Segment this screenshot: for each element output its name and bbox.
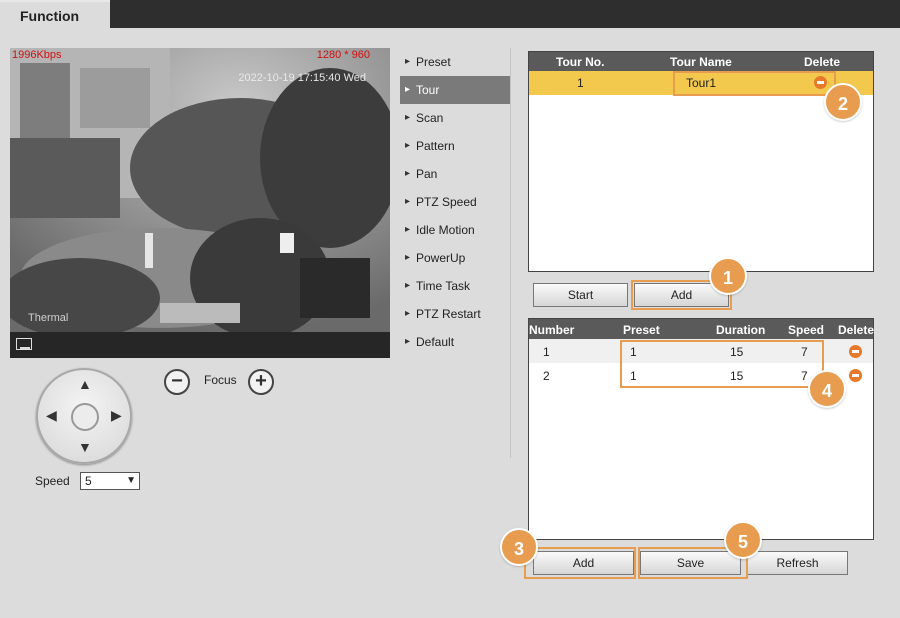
highlight-preset-rows — [620, 340, 824, 388]
menu-item-time-task[interactable]: Time Task — [400, 272, 510, 300]
function-menu: Preset Tour Scan Pattern Pan PTZ Speed I… — [400, 48, 510, 356]
menu-divider — [510, 48, 511, 458]
menu-item-powerup[interactable]: PowerUp — [400, 244, 510, 272]
video-preview: 1996Kbps 1280 * 960 2022-10-19 17:15:40 … — [10, 48, 390, 358]
menu-item-pattern[interactable]: Pattern — [400, 132, 510, 160]
number-cell: 1 — [543, 345, 550, 359]
pan-right-icon[interactable]: ▶ — [111, 408, 122, 422]
callout-badge-1: 1 — [709, 257, 747, 295]
highlight-tour-row — [673, 71, 836, 96]
tour-no-cell: 1 — [577, 76, 584, 90]
col-number: Number — [529, 323, 575, 337]
focus-plus-button[interactable]: + — [248, 369, 274, 395]
video-toolbar — [10, 332, 390, 358]
callout-badge-3: 3 — [500, 528, 538, 566]
tab-function[interactable]: Function — [0, 0, 110, 29]
col-tour-name: Tour Name — [670, 55, 732, 69]
highlight-add-preset — [524, 547, 636, 579]
bitrate-overlay: 1996Kbps — [12, 49, 62, 61]
callout-badge-5: 5 — [724, 521, 762, 559]
col-preset: Preset — [623, 323, 660, 337]
focus-minus-button[interactable]: − — [164, 369, 190, 395]
col-duration: Duration — [716, 323, 766, 337]
speed-label: Speed — [35, 474, 70, 488]
window-mode-icon[interactable] — [16, 338, 32, 350]
menu-item-ptz-restart[interactable]: PTZ Restart — [400, 300, 510, 328]
speed-select[interactable]: 5 ▼ — [80, 472, 140, 490]
pan-down-icon[interactable]: ▼ — [78, 440, 92, 454]
callout-badge-2: 2 — [824, 83, 862, 121]
delete-icon[interactable] — [849, 345, 862, 358]
ptz-center-button[interactable] — [71, 403, 99, 431]
channel-label: Thermal — [28, 312, 69, 324]
menu-item-scan[interactable]: Scan — [400, 104, 510, 132]
col-tour-no: Tour No. — [556, 55, 605, 69]
resolution-overlay: 1280 * 960 — [316, 49, 370, 61]
focus-label: Focus — [204, 373, 237, 387]
thermal-video-image — [10, 48, 390, 332]
col-speed: Speed — [788, 323, 825, 337]
callout-badge-4: 4 — [808, 370, 846, 408]
pan-left-icon[interactable]: ◀ — [46, 408, 57, 422]
timestamp-overlay: 2022-10-19 17:15:40 Wed — [238, 72, 366, 84]
preset-table-header: Number Preset Duration Speed Delete — [529, 319, 875, 339]
ptz-direction-pad[interactable]: ▲ ▼ ◀ ▶ — [36, 368, 132, 464]
chevron-down-icon: ▼ — [126, 475, 136, 486]
delete-icon[interactable] — [849, 369, 862, 382]
menu-item-tour[interactable]: Tour — [400, 76, 510, 104]
tour-table-header: Tour No. Tour Name Delete — [529, 52, 873, 71]
col-delete: Delete — [838, 323, 875, 337]
refresh-button[interactable]: Refresh — [747, 551, 848, 575]
start-button[interactable]: Start — [533, 283, 628, 307]
col-delete: Delete — [804, 55, 841, 69]
pan-up-icon[interactable]: ▲ — [78, 377, 92, 391]
top-bar — [0, 0, 900, 28]
number-cell: 2 — [543, 369, 550, 383]
menu-item-default[interactable]: Default — [400, 328, 510, 356]
speed-value: 5 — [85, 474, 92, 488]
menu-item-ptz-speed[interactable]: PTZ Speed — [400, 188, 510, 216]
menu-item-idle-motion[interactable]: Idle Motion — [400, 216, 510, 244]
menu-item-pan[interactable]: Pan — [400, 160, 510, 188]
menu-item-preset[interactable]: Preset — [400, 48, 510, 76]
